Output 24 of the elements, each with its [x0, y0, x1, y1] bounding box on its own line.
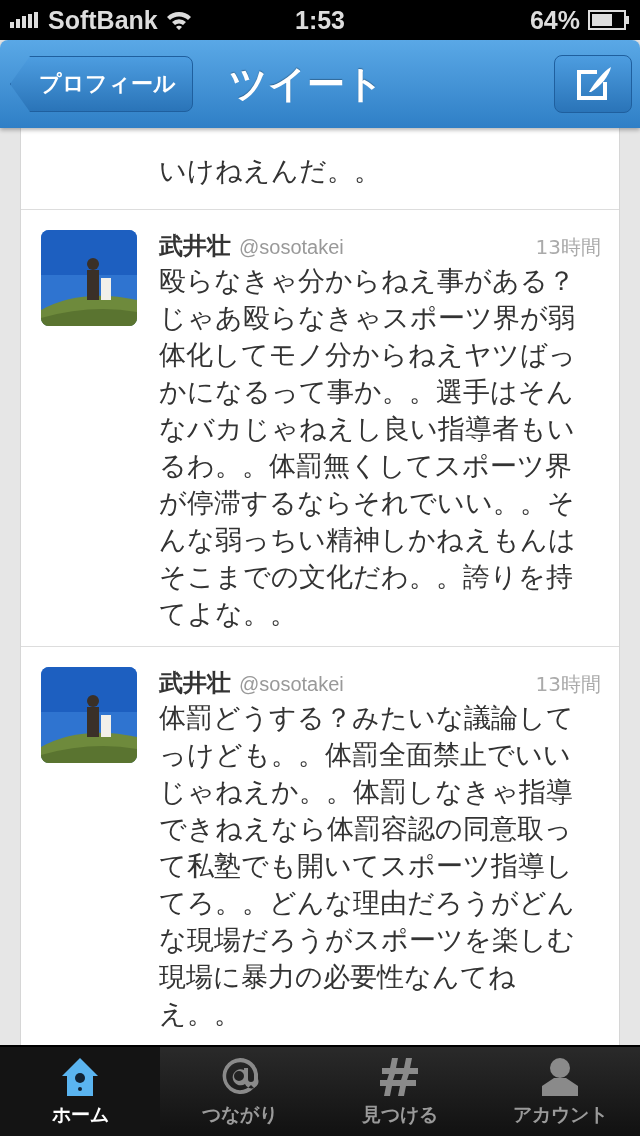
tab-item[interactable]: 見つける — [320, 1047, 480, 1136]
compose-button[interactable] — [554, 55, 632, 113]
signal-icon — [10, 12, 40, 28]
battery-percent: 64% — [529, 5, 580, 35]
tweet-text: いけねえんだ。。 — [159, 154, 382, 188]
battery-icon — [588, 10, 630, 30]
user-name: 武井壮 — [159, 231, 231, 262]
tweet-time: 13時間 — [535, 671, 601, 698]
clock-time: 1:53 — [295, 5, 345, 35]
tweet-time: 13時間 — [535, 234, 601, 261]
wifi-icon — [165, 10, 192, 30]
tab-item[interactable]: アカウント — [480, 1047, 640, 1136]
tweet-text: 殴らなきゃ分からねえ事がある？じゃあ殴らなきゃスポーツ界が弱体化してモノ分からねえヤツばっかになるって事か。。選手はそんなバカじゃねえし良い指導者もいるわ。。体罰無くしてスポーツ界が停滞するならそれでいい。。そんな弱っちい精神しかねえもんはそこまでの文化だわ。。誇りを持てよな。。 — [159, 264, 577, 631]
screen-title: ツイート — [229, 60, 385, 108]
back-button[interactable]: プロフィール — [10, 56, 193, 112]
carrier-name: SoftBank — [48, 5, 158, 35]
user-handle: @sosotakei — [239, 236, 345, 259]
user-name: 武井壮 — [159, 668, 231, 699]
tab-item[interactable]: つながり — [160, 1047, 320, 1136]
tweet-text: 体罰どうする？みたいな議論してっけども。。体罰全面禁止でいいじゃねえか。。体罰しなきゃ指導できねえなら体罰容認の同意取って私塾でも開いてスポーツ指導してろ。。どんな理由だろうがどんな現場だろうがスポーツを楽しむ現場に暴力の必要性なんてねえ。。 — [159, 701, 576, 1031]
hash-icon — [380, 1055, 420, 1098]
birdhouse-icon — [60, 1055, 100, 1098]
user-handle: @sosotakei — [239, 673, 345, 696]
person-icon — [540, 1055, 580, 1098]
